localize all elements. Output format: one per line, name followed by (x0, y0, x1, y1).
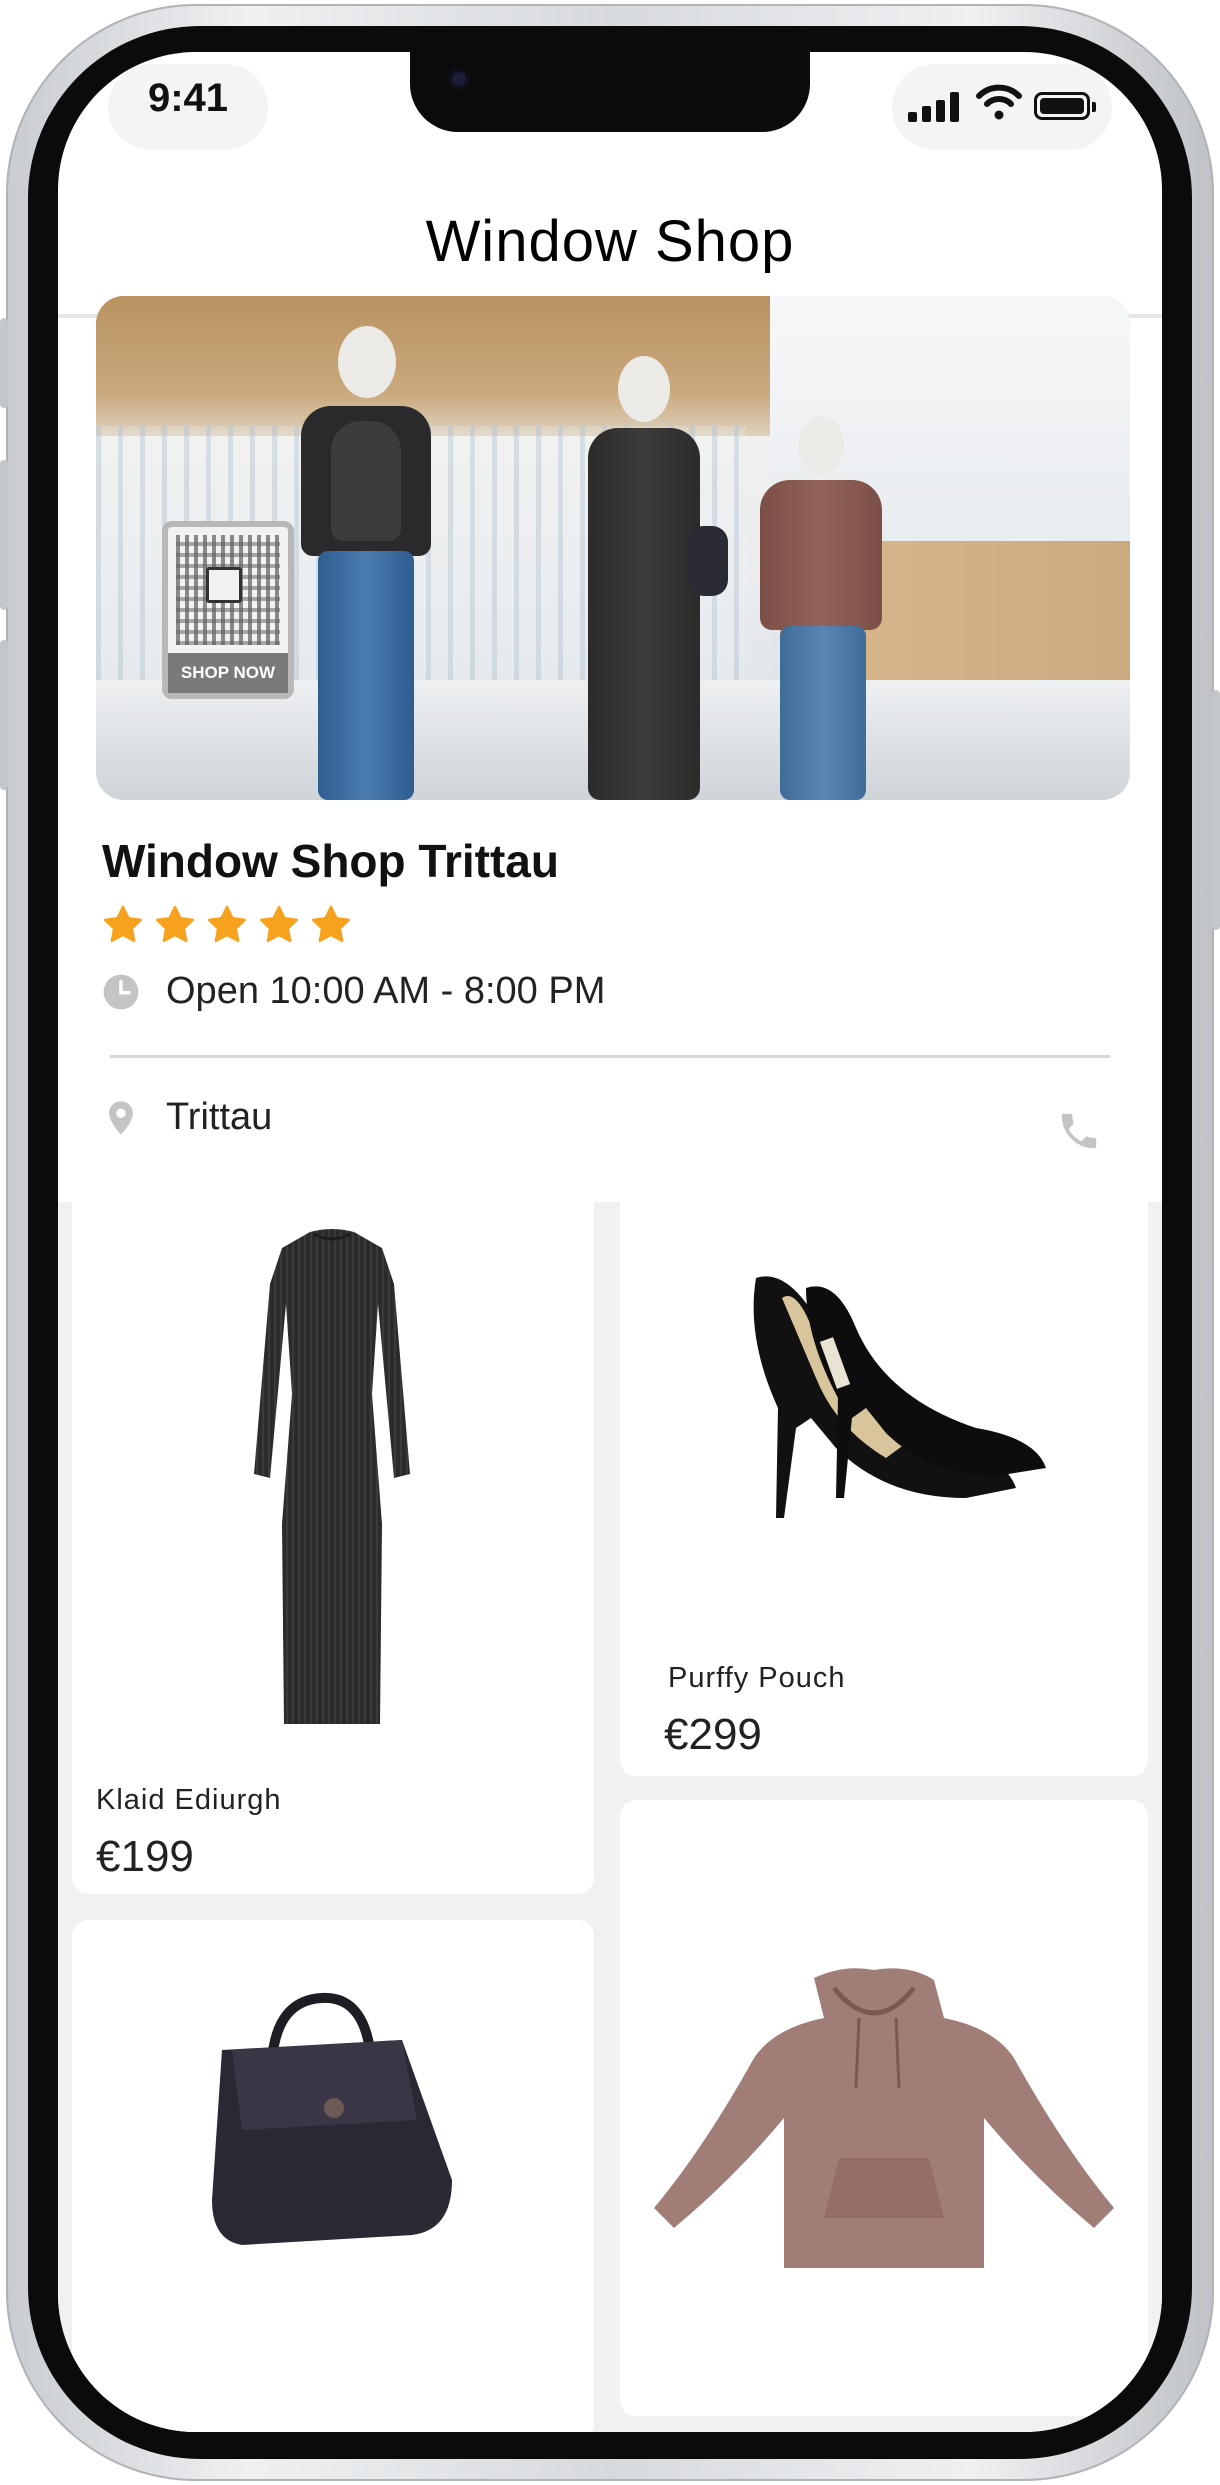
mannequin-left (296, 326, 436, 800)
product-name: Purffy Pouch (668, 1662, 846, 1694)
star-icon (156, 905, 194, 943)
camera-icon (448, 68, 470, 90)
qr-sign: SHOP NOW (162, 521, 294, 699)
divider (110, 1055, 1110, 1058)
cellular-signal-icon (908, 92, 964, 122)
dress-image (254, 1229, 410, 1724)
product-price: €199 (96, 1832, 194, 1881)
star-icon (312, 905, 350, 943)
rating-stars (102, 904, 352, 948)
store-location: Trittau (166, 1096, 273, 1138)
app-header: Window Shop (58, 160, 1162, 318)
star-icon (208, 905, 246, 943)
shop-now-label: SHOP NOW (168, 653, 288, 693)
product-name: Klaid Ediurgh (96, 1784, 282, 1816)
product-card-handbag[interactable] (72, 1920, 594, 2432)
product-card-heels[interactable]: Purffy Pouch €299 (620, 1164, 1148, 1776)
battery-icon (1034, 92, 1096, 120)
screen: 9:41 Window Shop SHOP NOW Window Shop Tr… (58, 52, 1162, 2432)
store-hero-image[interactable]: SHOP NOW (96, 296, 1130, 800)
notch (410, 52, 810, 132)
status-time: 9:41 (147, 76, 229, 120)
opening-hours-row: Open 10:00 AM - 8:00 PM (102, 970, 605, 1013)
star-icon (104, 905, 142, 943)
mannequin-center (584, 356, 728, 800)
phone-call-icon[interactable] (1056, 1108, 1102, 1154)
volume-down-button (0, 640, 8, 790)
power-button (1212, 690, 1220, 930)
clock-icon (103, 974, 139, 1009)
heels-image (753, 1276, 1046, 1518)
volume-up-button (0, 460, 8, 610)
product-card-hoodie[interactable] (620, 1800, 1148, 2416)
store-name: Window Shop Trittau (102, 835, 559, 887)
opening-hours: Open 10:00 AM - 8:00 PM (166, 970, 606, 1012)
location-pin-icon (109, 1100, 133, 1135)
product-card-dress[interactable]: Klaid Ediurgh €199 (72, 1164, 594, 1894)
product-price: €299 (664, 1710, 762, 1759)
location-row[interactable]: Trittau (102, 1096, 272, 1139)
silent-switch (0, 318, 8, 408)
star-icon (260, 905, 298, 943)
handbag-image (212, 1992, 452, 2245)
hoodie-image (654, 1968, 1114, 2268)
shopping-bag-icon (206, 567, 242, 603)
wifi-icon (976, 84, 1022, 120)
mannequin-right (756, 416, 886, 800)
page-title: Window Shop (425, 209, 795, 274)
